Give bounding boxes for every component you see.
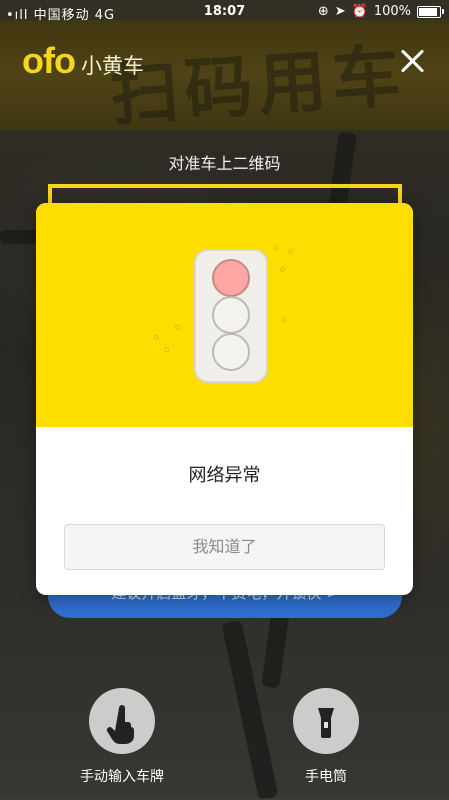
manual-input-button[interactable] [89,688,155,754]
traffic-light-icon [194,249,268,383]
ofo-logo: ofo 小黄车 [22,40,144,82]
battery-percent: 100% [373,4,411,19]
flashlight-control[interactable]: 手电筒 [266,688,386,786]
sparkle-dot [175,325,180,330]
dialog-message: 网络异常 [188,465,261,486]
sparkle-dot [273,245,278,250]
battery-icon [417,5,444,18]
manual-input-control[interactable]: 手动输入车牌 [62,688,182,786]
location-icon: ➤ [334,4,346,19]
red-lamp [212,259,250,297]
dialog-illustration-area [36,203,413,427]
logo-subtitle: 小黄车 [80,54,144,78]
battery-fill [419,7,437,16]
close-icon[interactable] [399,48,425,74]
sparkle-dot [164,347,169,352]
sparkle-dot [282,317,287,322]
sparkle-dot [154,335,159,340]
hand-pointer-icon [106,705,134,744]
flashlight-button[interactable] [293,688,359,754]
scan-hint: 对准车上二维码 [168,154,281,173]
status-icons: ⊕ ➤ ⏰ 100% [317,4,444,19]
network-error-dialog: 网络异常 我知道了 [36,203,413,595]
status-bar: •ıll 中国移动 4G 18:07 ⊕ ➤ ⏰ 100% [0,0,449,24]
sparkle-dot [288,249,293,254]
green-lamp [212,333,250,371]
acknowledge-button[interactable]: 我知道了 [64,524,385,570]
amber-lamp [212,296,250,334]
alarm-icon: ⏰ [351,4,368,19]
sparkle-dot [280,267,285,272]
logo-text: ofo [22,40,76,81]
flashlight-label: 手电筒 [305,769,347,785]
manual-input-label: 手动输入车牌 [80,769,164,785]
lock-rotation-icon: ⊕ [317,4,329,19]
flashlight-icon [318,708,334,738]
